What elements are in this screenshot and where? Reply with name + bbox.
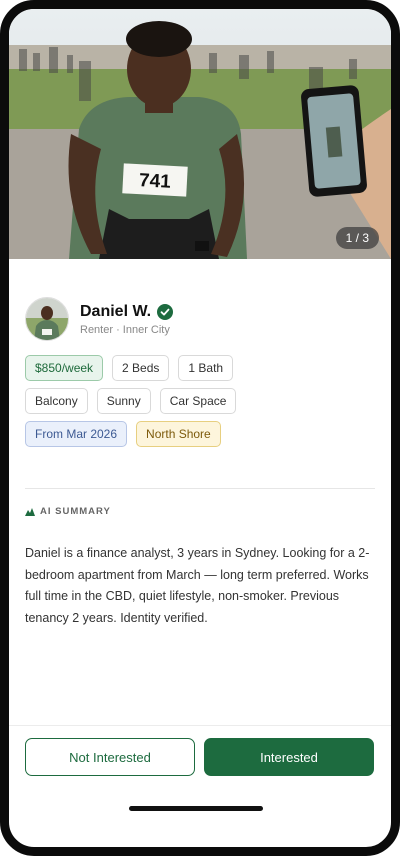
tag-row-3: From Mar 2026 North Shore xyxy=(25,421,375,447)
photo-counter: 1 / 3 xyxy=(335,227,379,249)
tag-balcony: Balcony xyxy=(25,388,88,414)
tag-bath: 1 Bath xyxy=(178,355,234,381)
avatar[interactable] xyxy=(25,297,69,341)
tag-row-1: $850/week 2 Beds 1 Bath xyxy=(25,355,375,381)
home-indicator[interactable] xyxy=(129,806,263,811)
tag-row-2: Balcony Sunny Car Space xyxy=(25,388,375,414)
profile-header: Daniel W. Renter · Inner City xyxy=(25,297,174,341)
ai-summary-text: Daniel is a finance analyst, 3 years in … xyxy=(25,546,370,625)
tag-list: $850/week 2 Beds 1 Bath Balcony Sunny Ca… xyxy=(25,355,375,454)
divider xyxy=(25,488,375,489)
profile-photo[interactable]: 741 1 / 3 xyxy=(9,9,391,259)
avatar-image xyxy=(26,298,68,340)
ai-summary-heading: AI SUMMARY xyxy=(25,506,111,517)
profile-subtitle: Renter · Inner City xyxy=(80,323,170,336)
not-interested-button[interactable]: Not Interested xyxy=(25,738,195,776)
tag-price: $850/week xyxy=(25,355,104,381)
ai-summary-label: AI SUMMARY xyxy=(40,506,111,517)
footer-divider xyxy=(9,725,391,726)
runner-photo-image: 741 xyxy=(9,9,391,259)
verified-badge-icon xyxy=(157,303,174,320)
tag-car-space: Car Space xyxy=(159,388,237,414)
phone-frame: 741 1 / 3 Daniel W. Renter · Inner City … xyxy=(0,0,400,856)
interested-button[interactable]: Interested xyxy=(204,738,374,776)
bib-number: 741 xyxy=(139,170,172,193)
ai-sparkle-icon xyxy=(25,507,35,516)
profile-name: Daniel W. xyxy=(80,302,152,320)
tag-sunny: Sunny xyxy=(96,388,151,414)
tag-move-date: From Mar 2026 xyxy=(25,421,128,447)
tag-beds: 2 Beds xyxy=(112,355,170,381)
tag-location: North Shore xyxy=(136,421,221,447)
